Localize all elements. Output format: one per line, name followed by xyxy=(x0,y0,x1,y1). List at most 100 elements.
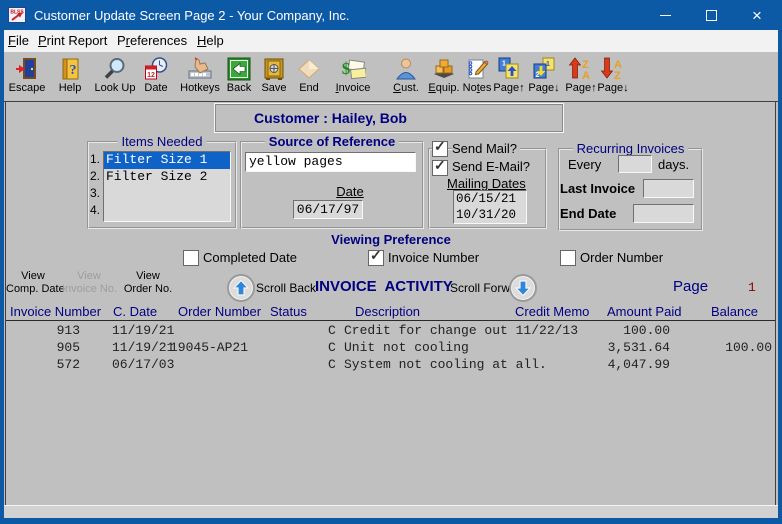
invoice-number-label: Invoice Number xyxy=(388,250,480,265)
items-needed-title: Items Needed xyxy=(117,134,207,149)
invoice-row[interactable]: 572 06/17/03 C System not cooling at all. 4,… xyxy=(0,357,782,374)
item-number: 3. xyxy=(89,186,100,200)
item-number: 4. xyxy=(89,203,100,217)
send-mail-label: Send Mail? xyxy=(452,141,521,156)
invoice-table-header: Invoice Number C. Date Order Number Stat… xyxy=(0,304,782,320)
crates-icon xyxy=(432,54,456,81)
toolbar-page-down-sort-button[interactable]: AZ Page↓ xyxy=(590,54,636,100)
col-status: Status xyxy=(270,304,307,319)
invoice-number-checkbox[interactable] xyxy=(368,247,384,266)
mailing-dates-list[interactable]: 06/15/21 10/31/20 xyxy=(453,190,527,224)
toolbar-escape-button[interactable]: Escape xyxy=(4,54,50,100)
close-button[interactable]: × xyxy=(734,0,780,30)
item-number: 1. xyxy=(89,152,100,166)
svg-text:Z: Z xyxy=(614,70,621,81)
view-order-no-button[interactable]: View Order No. xyxy=(120,270,176,296)
svg-text:?: ? xyxy=(70,63,77,78)
svg-text:1: 1 xyxy=(502,61,506,68)
last-invoice-label: Last Invoice xyxy=(560,181,636,196)
left-frame-line xyxy=(5,102,6,505)
invoice-row[interactable]: 905 11/19/21 19045-AP21 C Unit not cooling 3,… xyxy=(0,340,782,357)
scroll-back-button[interactable] xyxy=(227,274,255,302)
items-needed-list: Filter Size 1 Filter Size 2 xyxy=(103,151,231,222)
items-needed-item[interactable]: Filter Size 1 xyxy=(104,152,230,169)
back-arrow-icon xyxy=(227,54,251,81)
table-top-border xyxy=(5,320,776,321)
page-label: Page xyxy=(673,278,709,295)
source-of-reference-input[interactable]: yellow pages xyxy=(245,152,416,172)
toolbar-help-button[interactable]: ? Help xyxy=(47,54,93,100)
customer-banner-text: Customer : Hailey, Bob xyxy=(254,110,407,126)
window-title: Customer Update Screen Page 2 - Your Com… xyxy=(34,7,350,23)
mailing-date[interactable]: 06/15/21 xyxy=(456,191,526,207)
svg-text:$: $ xyxy=(342,59,351,78)
send-email-checkbox[interactable] xyxy=(432,157,448,176)
view-invoice-no-button[interactable]: View Invoice No. xyxy=(62,270,117,296)
mailing-dates-label: Mailing Dates xyxy=(447,176,526,191)
date-label: Date xyxy=(336,184,364,199)
maximize-icon xyxy=(705,9,717,21)
menu-print-report[interactable]: Print Report xyxy=(38,33,107,48)
every-days-input[interactable] xyxy=(618,155,652,173)
col-c-date: C. Date xyxy=(113,304,158,319)
diamond-icon xyxy=(297,54,321,81)
items-needed-item[interactable]: Filter Size 2 xyxy=(104,169,230,186)
svg-text:1: 1 xyxy=(546,61,550,68)
door-escape-icon xyxy=(15,54,39,81)
invoice-activity-title: INVOICE ACTIVITY xyxy=(315,278,453,295)
last-invoice-input[interactable] xyxy=(643,179,694,198)
minimize-button[interactable] xyxy=(642,0,688,30)
completed-date-label: Completed Date xyxy=(203,250,297,265)
safe-icon xyxy=(262,54,286,81)
order-number-label: Order Number xyxy=(580,250,664,265)
page-number: 1 xyxy=(748,280,756,295)
invoice-row[interactable]: 913 11/19/21 C Credit for change out 11/22/… xyxy=(0,323,782,340)
end-date-input[interactable] xyxy=(633,204,694,223)
sort-az-down-icon: AZ xyxy=(600,54,626,81)
col-amount-paid: Amount Paid xyxy=(607,304,682,319)
col-balance: Balance xyxy=(711,304,758,319)
view-comp-date-button[interactable]: View Comp. Date xyxy=(6,270,65,296)
items-needed-item[interactable] xyxy=(104,203,230,220)
titlebar[interactable]: BLSS Customer Update Screen Page 2 - You… xyxy=(0,0,782,30)
mailing-date[interactable]: 10/31/20 xyxy=(456,207,526,223)
person-icon xyxy=(394,54,418,81)
toolbar-lookup-button[interactable]: Look Up xyxy=(92,54,138,100)
right-frame-line xyxy=(775,102,776,505)
toolbar-divider xyxy=(4,101,778,102)
recurring-invoices-title: Recurring Invoices xyxy=(572,141,689,156)
pages-up-icon: 1 xyxy=(497,54,521,81)
items-needed-item[interactable] xyxy=(104,186,230,203)
col-invoice-number: Invoice Number xyxy=(10,304,102,319)
svg-text:A: A xyxy=(582,70,590,81)
toolbar-date-button[interactable]: 12 Date xyxy=(133,54,179,100)
help-book-icon: ? xyxy=(58,54,82,81)
close-icon: × xyxy=(752,5,762,25)
minimize-icon xyxy=(659,14,671,16)
menu-preferences[interactable]: Preferences xyxy=(117,33,187,48)
magnifier-icon xyxy=(103,54,127,81)
source-of-reference-title: Source of Reference xyxy=(264,134,400,149)
menu-file[interactable]: File xyxy=(8,33,29,48)
status-bar xyxy=(4,505,778,518)
col-description: Description xyxy=(355,304,421,319)
svg-text:12: 12 xyxy=(147,72,155,79)
scroll-down-arrow-icon xyxy=(514,280,532,297)
send-email-label: Send E-Mail? xyxy=(452,159,531,174)
item-number: 2. xyxy=(89,169,100,183)
maximize-button[interactable] xyxy=(688,0,734,30)
toolbar-invoice-button[interactable]: $ Invoice xyxy=(330,54,376,100)
toolbar-end-button[interactable]: End xyxy=(286,54,332,100)
scroll-back-label: Scroll Back xyxy=(256,281,317,295)
completed-date-checkbox[interactable] xyxy=(183,250,199,266)
calendar-clock-icon: 12 xyxy=(144,54,168,81)
order-number-checkbox[interactable] xyxy=(560,250,576,266)
col-order-number: Order Number xyxy=(178,304,262,319)
application-window: BLSS Customer Update Screen Page 2 - You… xyxy=(0,0,782,524)
app-logo-icon: BLSS xyxy=(8,7,26,23)
scroll-forward-button[interactable] xyxy=(509,274,537,302)
date-input[interactable]: 06/17/97 xyxy=(293,200,363,219)
days-label: days. xyxy=(658,157,690,172)
menu-help[interactable]: Help xyxy=(197,33,224,48)
send-mail-checkbox[interactable] xyxy=(432,138,448,157)
